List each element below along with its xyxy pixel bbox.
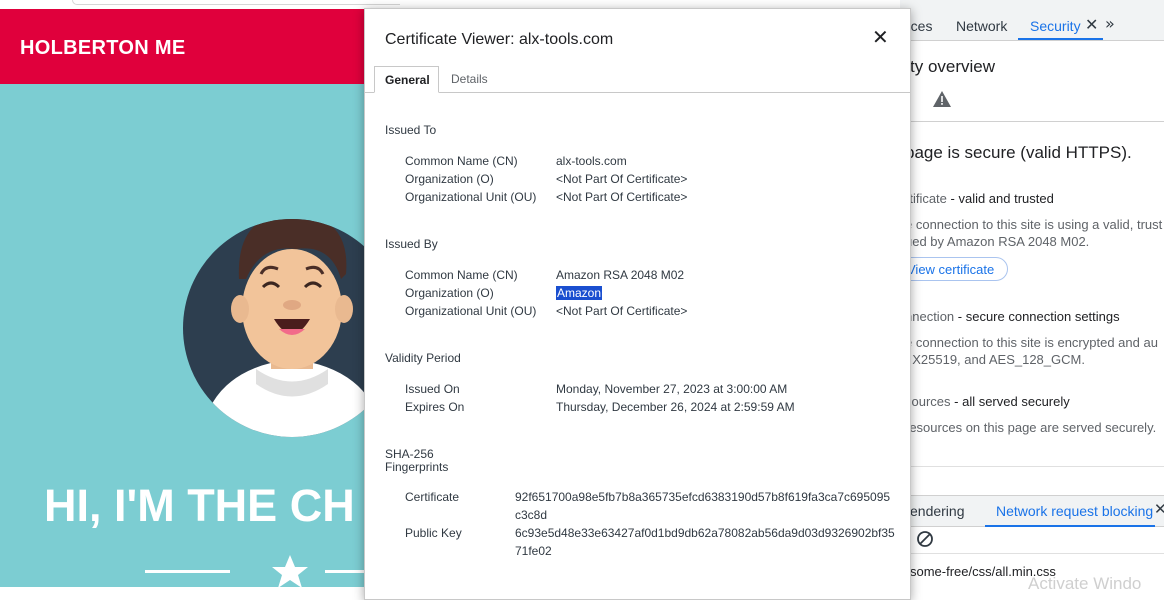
main-security-status: page is secure (valid HTTPS). bbox=[905, 143, 1132, 162]
close-icon[interactable]: ✕ bbox=[872, 27, 889, 49]
certificate-desc-line1: e connection to this site is using a val… bbox=[905, 217, 1163, 232]
site-header: HOLBERTON ME bbox=[0, 9, 400, 84]
issued-by-ou-value: <Not Part Of Certificate> bbox=[556, 304, 688, 318]
resources-heading-label: sources bbox=[905, 394, 951, 409]
public-key-fingerprint-label: Public Key bbox=[405, 526, 462, 540]
close-tab-icon[interactable]: ✕ bbox=[1085, 15, 1098, 34]
tab-details[interactable]: Details bbox=[441, 66, 498, 92]
site-logo[interactable]: HOLBERTON ME bbox=[20, 37, 185, 60]
issued-to-o-label: Organization (O) bbox=[405, 172, 494, 186]
certificate-fingerprint-label: Certificate bbox=[405, 490, 460, 504]
tab-network[interactable]: Network bbox=[956, 18, 1007, 34]
certificate-heading: rtificate - valid and trusted bbox=[905, 191, 1054, 206]
active-drawer-tab-indicator bbox=[985, 525, 1155, 527]
activate-windows-watermark: Activate Windo bbox=[1028, 574, 1142, 593]
issued-to-cn-label: Common Name (CN) bbox=[405, 154, 518, 168]
connection-heading-status: - secure connection settings bbox=[954, 309, 1120, 324]
website-viewport: HOLBERTON ME HI, I'M THE CH bbox=[0, 0, 400, 587]
browser-toolbar-edge bbox=[72, 0, 400, 5]
block-icon[interactable] bbox=[916, 530, 934, 548]
issued-by-o-value-selected[interactable]: Amazon bbox=[556, 286, 603, 300]
issued-to-ou-label: Organizational Unit (OU) bbox=[405, 190, 537, 204]
issued-to-cn-value: alx-tools.com bbox=[556, 154, 627, 168]
certificate-heading-label: rtificate bbox=[905, 191, 947, 206]
connection-heading: nnection - secure connection settings bbox=[905, 309, 1120, 324]
active-tab-indicator bbox=[1018, 38, 1103, 40]
dialog-title: Certificate Viewer: alx-tools.com bbox=[385, 31, 614, 48]
issued-by-o-label: Organization (O) bbox=[405, 286, 494, 300]
resources-heading-status: - all served securely bbox=[950, 394, 1070, 409]
validity-heading: Validity Period bbox=[385, 351, 461, 365]
expires-on-value: Thursday, December 26, 2024 at 2:59:59 A… bbox=[556, 400, 795, 414]
expires-on-label: Expires On bbox=[405, 400, 465, 414]
fingerprints-heading-line2: Fingerprints bbox=[385, 460, 449, 474]
tab-general[interactable]: General bbox=[374, 66, 439, 93]
issued-to-o-value: <Not Part Of Certificate> bbox=[556, 172, 688, 186]
issued-by-ou-label: Organizational Unit (OU) bbox=[405, 304, 537, 318]
connection-desc-line2: , X25519, and AES_128_GCM. bbox=[905, 352, 1085, 367]
resources-desc: resources on this page are served secure… bbox=[905, 420, 1157, 435]
certificate-heading-status: - valid and trusted bbox=[946, 191, 1054, 206]
view-certificate-button[interactable]: View certificate bbox=[896, 257, 1008, 281]
divider bbox=[900, 553, 1164, 554]
issued-to-ou-value: <Not Part Of Certificate> bbox=[556, 190, 688, 204]
certificate-viewer-dialog: Certificate Viewer: alx-tools.com ✕ Gene… bbox=[364, 8, 911, 600]
resources-heading: sources - all served securely bbox=[905, 394, 1070, 409]
certificate-desc-line2: ued by Amazon RSA 2048 M02. bbox=[905, 234, 1090, 249]
issued-by-cn-label: Common Name (CN) bbox=[405, 268, 518, 282]
star-divider bbox=[145, 555, 365, 587]
issued-on-label: Issued On bbox=[405, 382, 460, 396]
issued-to-heading: Issued To bbox=[385, 123, 437, 137]
issued-on-value: Monday, November 27, 2023 at 3:00:00 AM bbox=[556, 382, 788, 396]
security-overview-title: ty overview bbox=[910, 57, 996, 76]
public-key-fingerprint-value: 6c93e5d48e33e63427af0d1bd9db62a78082ab56… bbox=[515, 526, 895, 558]
connection-heading-label: nnection bbox=[905, 309, 955, 324]
divider bbox=[905, 466, 1164, 467]
dialog-tab-bar-line bbox=[365, 92, 910, 93]
issued-by-heading: Issued By bbox=[385, 237, 438, 251]
hero-title: HI, I'M THE CH bbox=[44, 480, 355, 531]
tab-rendering[interactable]: endering bbox=[910, 503, 965, 519]
more-tabs-icon[interactable]: » bbox=[1105, 14, 1115, 33]
certificate-fingerprint-value: 92f651700a98e5fb7b8a365735efcd6383190d57… bbox=[515, 490, 891, 522]
issued-by-cn-value: Amazon RSA 2048 M02 bbox=[556, 268, 685, 282]
tab-network-request-blocking[interactable]: Network request blocking bbox=[996, 503, 1153, 519]
connection-desc-line1: e connection to this site is encrypted a… bbox=[905, 335, 1158, 350]
tab-security[interactable]: Security bbox=[1030, 18, 1081, 34]
browser-top-strip bbox=[0, 0, 400, 9]
divider bbox=[905, 121, 1164, 122]
close-drawer-tab-icon[interactable]: ✕ bbox=[1154, 500, 1164, 518]
